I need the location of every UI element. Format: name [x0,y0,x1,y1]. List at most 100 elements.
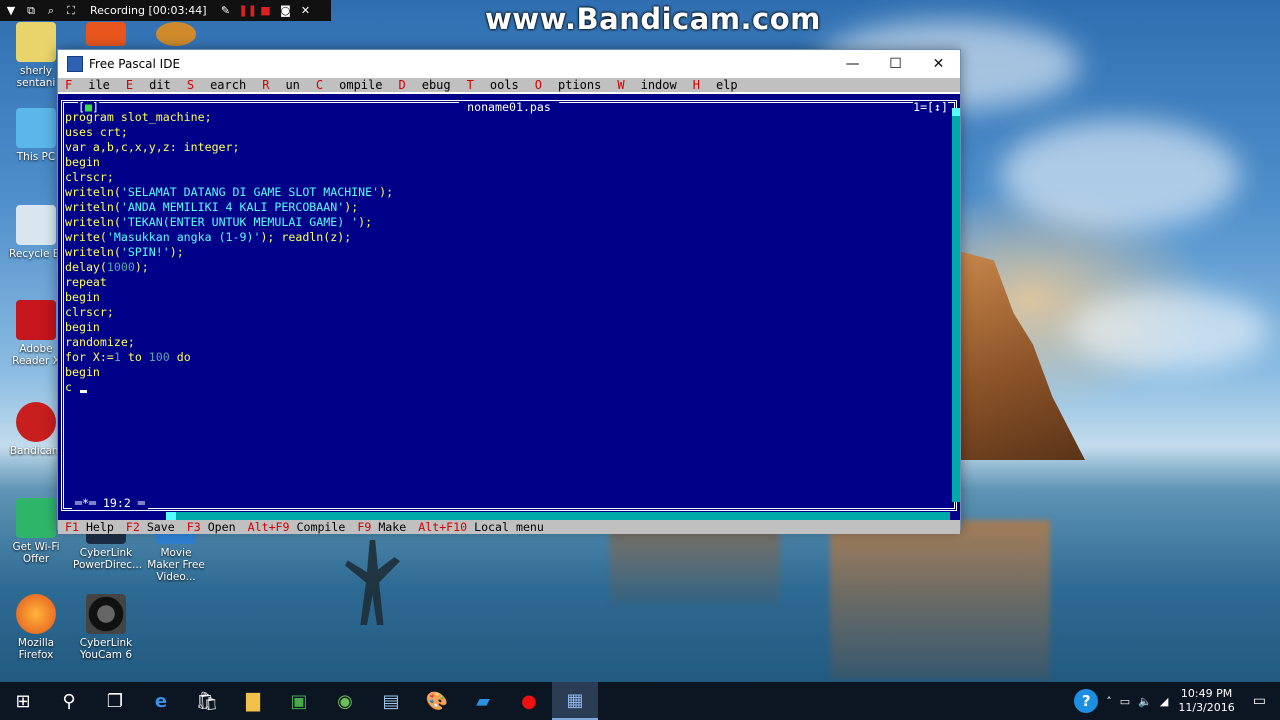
maximize-button[interactable]: ☐ [874,56,917,72]
shortcut-label[interactable]: Compile [297,520,346,534]
start-button[interactable]: ⊞ [0,682,46,720]
close-icon[interactable]: ✕ [299,4,313,17]
fullscreen-icon[interactable]: ⛶ [64,4,78,18]
code-line[interactable]: write('Masukkan angka (1-9)'); readln(z)… [65,230,393,245]
search-icon: ⚲ [62,690,76,712]
taskbar-wwe[interactable]: ▰ [460,682,506,720]
notification-icon[interactable]: ▭ [1253,693,1266,709]
shortcut-key[interactable]: F3 [187,520,208,534]
scroll-thumb[interactable] [952,108,960,116]
menu-compile[interactable]: Compile [316,78,383,92]
shortcut-key[interactable]: Alt+F9 [248,520,297,534]
search-button[interactable]: ⚲ [46,682,92,720]
help-icon[interactable]: ? [1074,689,1099,713]
pencil-icon[interactable]: ✎ [219,4,233,17]
menu-search[interactable]: Search [187,78,246,92]
code-line[interactable]: var a,b,c,x,y,z: integer; [65,140,393,155]
chevron-up-icon[interactable]: ˄ [1106,695,1112,708]
recording-status: Recording [00:03:44] [90,4,207,17]
menu-file[interactable]: File [65,78,110,92]
shortcut-key[interactable]: Alt+F10 [418,520,474,534]
stop-icon[interactable]: ■ [259,4,273,17]
taskbar-app[interactable]: ▣ [276,682,322,720]
shortcut-label[interactable]: Open [208,520,236,534]
horizontal-scrollbar[interactable] [166,512,950,520]
window-icon[interactable]: ⧉ [24,4,38,18]
title-bar[interactable]: Free Pascal IDE — ☐ ✕ [58,50,960,78]
code-line[interactable]: writeln('TEKAN(ENTER UNTUK MEMULAI GAME)… [65,215,393,230]
code-line[interactable]: c [65,380,393,395]
code-line[interactable]: begin [65,365,393,380]
menu-label: indow [640,78,677,92]
code-line[interactable]: writeln('ANDA MEMILIKI 4 KALI PERCOBAAN'… [65,200,393,215]
code-editor[interactable]: [■] noname01.pas 1=[↕] ═*═ 19:2 ═ progra… [58,94,960,520]
menu-tools[interactable]: Tools [467,78,519,92]
code-line[interactable]: begin [65,320,393,335]
menu-run[interactable]: Run [262,78,300,92]
windows-icon: ⊞ [15,690,31,712]
code-line[interactable]: clrscr; [65,170,393,185]
desktop-icon-youcam[interactable]: CyberLink YouCam 6 [73,594,139,661]
vertical-scrollbar[interactable] [952,108,960,502]
code-token: var a,b,c,x,y,z: integer; [65,140,240,154]
taskbar-store[interactable]: 🛍 [184,682,230,720]
taskbar-edge[interactable]: e [138,682,184,720]
code-line[interactable]: begin [65,155,393,170]
code-line[interactable]: writeln('SELAMAT DATANG DI GAME SLOT MAC… [65,185,393,200]
shortcut-key[interactable]: F2 [126,520,147,534]
shortcut-key[interactable]: F1 [65,520,86,534]
code-token: clrscr; [65,170,114,184]
code-line[interactable]: for X:=1 to 100 do [65,350,393,365]
menu-help[interactable]: Help [693,78,738,92]
menu-options[interactable]: Options [535,78,602,92]
network-icon[interactable]: ◢ [1160,695,1168,708]
camera-icon[interactable]: ◙ [279,4,293,17]
menu-debug[interactable]: Debug [398,78,450,92]
scroll-thumb[interactable] [166,512,176,520]
taskbar-paint[interactable]: 🎨 [414,682,460,720]
taskbar-explorer[interactable]: ▇ [230,682,276,720]
shortcut-key[interactable]: F9 [357,520,378,534]
code-token: ); [134,260,149,274]
taskbar: ⊞ ⚲ ❐ e 🛍 ▇ ▣ ◉ ▤ 🎨 ▰ ● ▦ ? ˄ ▭ 🔈 ◢ 10:4… [0,682,1280,720]
code-line[interactable]: program slot_machine; [65,110,393,125]
code-line[interactable]: clrscr; [65,305,393,320]
code-line[interactable]: begin [65,290,393,305]
free-pascal-icon [67,56,83,72]
task-view-button[interactable]: ❐ [92,682,138,720]
code-token: 'ANDA MEMILIKI 4 KALI PERCOBAAN' [120,200,345,214]
code-line[interactable]: delay(1000); [65,260,393,275]
minimize-button[interactable]: — [831,56,874,72]
code-line[interactable]: randomize; [65,335,393,350]
clock[interactable]: 10:49 PM 11/3/2016 [1178,687,1234,715]
shortcut-label[interactable]: Local menu [474,520,544,534]
code-line[interactable]: writeln('SPIN!'); [65,245,393,260]
search-icon[interactable]: ⌕ [44,4,58,18]
taskbar-notepad[interactable]: ▤ [368,682,414,720]
cloud [1000,120,1240,230]
desktop-icon-partial[interactable] [73,22,139,49]
taskbar-bandicam[interactable]: ● [506,682,552,720]
taskbar-free-pascal[interactable]: ▦ [552,682,598,720]
code-line[interactable]: repeat [65,275,393,290]
code-token: do [169,350,191,364]
desktop-icon-firefox[interactable]: Mozilla Firefox [3,594,69,661]
taskbar-tripadvisor[interactable]: ◉ [322,682,368,720]
menu-edit[interactable]: Edit [126,78,171,92]
shortcut-label[interactable]: Make [378,520,406,534]
recycle-bin-icon [16,205,56,245]
source-code[interactable]: program slot_machine; uses crt; var a,b,c,… [65,110,393,395]
desktop-icon-partial[interactable] [143,22,209,49]
pause-icon[interactable]: ❚❚ [239,4,257,17]
editor-window-number[interactable]: 1=[↕] [913,101,948,114]
shortcut-label[interactable]: Help [86,520,114,534]
close-button[interactable]: ✕ [917,56,960,72]
battery-icon[interactable]: ▭ [1120,695,1130,708]
firefox-icon [16,594,56,634]
code-line[interactable]: uses crt; [65,125,393,140]
menu-window[interactable]: Window [617,78,676,92]
shortcut-label[interactable]: Save [147,520,175,534]
code-token: begin [65,155,100,169]
volume-icon[interactable]: 🔈 [1138,695,1152,708]
dropdown-icon[interactable]: ▼ [4,4,18,17]
